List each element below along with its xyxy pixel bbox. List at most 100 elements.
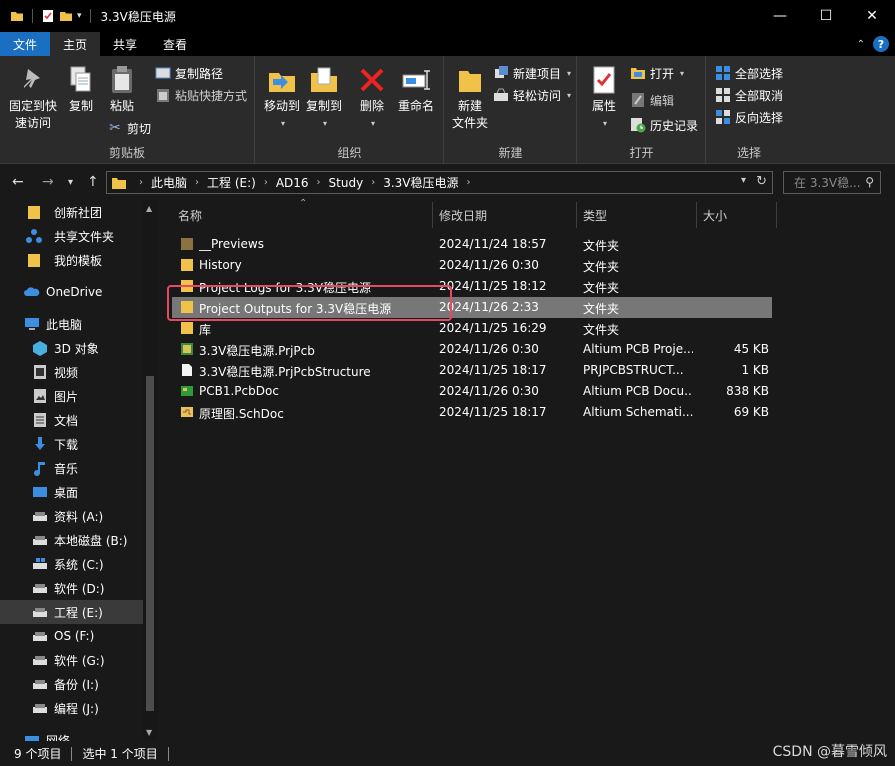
clipboard-group-label: 剪贴板 — [108, 146, 145, 160]
easy-access-button[interactable]: 轻松访问 ▾ — [493, 85, 571, 105]
list-item[interactable]: History 2024/11/26 0:30 文件夹 — [172, 255, 772, 276]
column-header-type[interactable]: 类型 — [583, 200, 607, 230]
breadcrumb-drive-e[interactable]: 工程 (E:) — [207, 174, 256, 191]
nav-item-drive-j[interactable]: 编程 (J:) — [0, 696, 145, 720]
recent-locations-icon[interactable]: ▾ — [68, 177, 73, 188]
nav-item-shared-folders[interactable]: 共享文件夹 — [0, 224, 145, 248]
pictures-icon — [34, 389, 46, 403]
desktop-icon — [33, 487, 47, 497]
nav-item-onedrive[interactable]: OneDrive — [0, 280, 145, 304]
close-button[interactable]: ✕ — [849, 0, 895, 32]
column-header-name[interactable]: 名称 — [178, 200, 202, 230]
properties-button[interactable]: 属性 ▾ — [586, 64, 622, 132]
delete-button[interactable]: 删除 ▾ — [354, 64, 390, 132]
new-folder-icon[interactable] — [59, 9, 73, 23]
column-header-size[interactable]: 大小 — [703, 200, 727, 230]
file-type: 文件夹 — [583, 323, 620, 337]
breadcrumb-ad16[interactable]: AD16 — [276, 176, 309, 190]
nav-item-videos[interactable]: 视频 — [0, 360, 145, 384]
list-item[interactable]: 3.3V稳压电源.PrjPcb 2024/11/26 0:30 Altium P… — [172, 339, 772, 360]
nav-item-my-templates[interactable]: 我的模板 — [0, 248, 145, 272]
tab-file[interactable]: 文件 — [0, 32, 51, 56]
copy-to-button[interactable]: 复制到 ▾ — [303, 64, 345, 132]
forward-arrow-icon[interactable]: → — [42, 174, 54, 190]
breadcrumb-this-pc[interactable]: 此电脑 — [151, 174, 187, 191]
nav-item-drive-b[interactable]: 本地磁盘 (B:) — [0, 528, 145, 552]
nav-item-network[interactable]: 网络 — [0, 728, 145, 741]
file-date: 2024/11/26 0:30 — [439, 258, 539, 272]
cut-button[interactable]: ✂ 剪切 — [107, 118, 151, 138]
window-title: 3.3V稳压电源 — [100, 9, 176, 24]
list-item[interactable]: PCB1.PcbDoc 2024/11/26 0:30 Altium PCB D… — [172, 381, 772, 402]
pin-quick-access-button[interactable]: 固定到快 速访问 — [7, 64, 59, 132]
nav-item-innovation-club[interactable]: 创新社团 — [0, 200, 145, 224]
new-folder-button[interactable]: 新建 文件夹 — [449, 64, 491, 132]
nav-item-drive-g[interactable]: 软件 (G:) — [0, 648, 145, 672]
file-name: PCB1.PcbDoc — [199, 384, 279, 398]
search-input[interactable]: 在 3.3V稳... ⚲ — [783, 171, 881, 194]
scroll-down-icon[interactable]: ▼ — [146, 728, 152, 737]
rename-button[interactable]: 重命名 — [394, 64, 438, 115]
edit-button[interactable]: 编辑 — [630, 90, 674, 110]
tab-view[interactable]: 查看 — [150, 32, 200, 56]
nav-item-drive-i[interactable]: 备份 (I:) — [0, 672, 145, 696]
nav-item-this-pc[interactable]: 此电脑 — [0, 312, 145, 336]
back-arrow-icon[interactable]: ← — [12, 174, 24, 190]
help-icon[interactable]: ? — [873, 36, 889, 52]
move-to-button[interactable]: 移动到 ▾ — [261, 64, 303, 132]
invert-selection-button[interactable]: 反向选择 — [715, 107, 783, 127]
history-button[interactable]: 历史记录 — [630, 115, 698, 135]
copy-button[interactable]: 复制 — [63, 64, 99, 115]
refresh-icon[interactable]: ↻ — [756, 174, 767, 189]
select-none-button[interactable]: 全部取消 — [715, 85, 783, 105]
column-divider[interactable] — [696, 202, 697, 228]
nav-item-documents[interactable]: 文档 — [0, 408, 145, 432]
nav-item-drive-a[interactable]: 资料 (A:) — [0, 504, 145, 528]
select-all-button[interactable]: 全部选择 — [715, 63, 783, 83]
column-header-date[interactable]: 修改日期 — [439, 200, 487, 230]
scroll-up-icon[interactable]: ▲ — [146, 204, 152, 213]
up-arrow-icon[interactable]: ↑ — [87, 174, 99, 190]
new-item-button[interactable]: 新建项目 ▾ — [493, 63, 571, 83]
history-label: 历史记录 — [650, 118, 699, 133]
column-divider[interactable] — [576, 202, 577, 228]
scrollbar-thumb[interactable] — [146, 376, 154, 711]
nav-item-desktop[interactable]: 桌面 — [0, 480, 145, 504]
nav-item-drive-c[interactable]: 系统 (C:) — [0, 552, 145, 576]
nav-item-3d-objects[interactable]: 3D 对象 — [0, 336, 145, 360]
collapse-ribbon-icon[interactable]: ⌃ — [857, 39, 865, 50]
list-item[interactable]: 库 2024/11/25 16:29 文件夹 — [172, 318, 772, 339]
chevron-down-icon[interactable]: ▾ — [741, 175, 746, 186]
minimize-button[interactable]: — — [757, 0, 803, 32]
paste-button[interactable]: 粘贴 — [104, 64, 140, 115]
list-item[interactable]: __Previews 2024/11/24 18:57 文件夹 — [172, 234, 772, 255]
path-box[interactable]: › 此电脑 › 工程 (E:) › AD16 › Study › 3.3V稳压电… — [106, 171, 773, 194]
nav-item-music[interactable]: 音乐 — [0, 456, 145, 480]
copy-path-button[interactable]: 复制路径 — [155, 63, 223, 83]
list-item[interactable]: 原理图.SchDoc 2024/11/25 18:17 Altium Schem… — [172, 402, 772, 423]
chevron-down-icon[interactable]: ▾ — [77, 11, 82, 21]
file-size: 45 KB — [733, 342, 769, 356]
altium-project-icon — [181, 343, 193, 355]
tab-home[interactable]: 主页 — [50, 32, 101, 56]
nav-item-pictures[interactable]: 图片 — [0, 384, 145, 408]
nav-item-drive-e[interactable]: 工程 (E:) — [0, 600, 145, 624]
tab-share[interactable]: 共享 — [100, 32, 150, 56]
column-divider[interactable] — [432, 202, 433, 228]
paste-shortcut-button[interactable]: 粘贴快捷方式 — [155, 85, 247, 105]
properties-icon[interactable] — [41, 9, 55, 23]
nav-item-drive-f[interactable]: OS (F:) — [0, 624, 145, 648]
nav-scrollbar[interactable]: ▲ ▼ — [143, 200, 157, 741]
maximize-button[interactable]: ☐ — [803, 0, 849, 32]
nav-item-drive-d[interactable]: 软件 (D:) — [0, 576, 145, 600]
breadcrumb-study[interactable]: Study — [329, 176, 364, 190]
breadcrumb-current[interactable]: 3.3V稳压电源 — [383, 174, 458, 191]
properties-icon — [588, 64, 620, 96]
file-date: 2024/11/25 16:29 — [439, 321, 547, 335]
nav-item-downloads[interactable]: 下载 — [0, 432, 145, 456]
open-label: 打开 — [650, 66, 675, 81]
column-divider[interactable] — [776, 202, 777, 228]
open-button[interactable]: 打开 ▾ — [630, 63, 684, 83]
list-item[interactable]: 3.3V稳压电源.PrjPcbStructure 2024/11/25 18:1… — [172, 360, 772, 381]
select-all-icon — [715, 65, 731, 81]
